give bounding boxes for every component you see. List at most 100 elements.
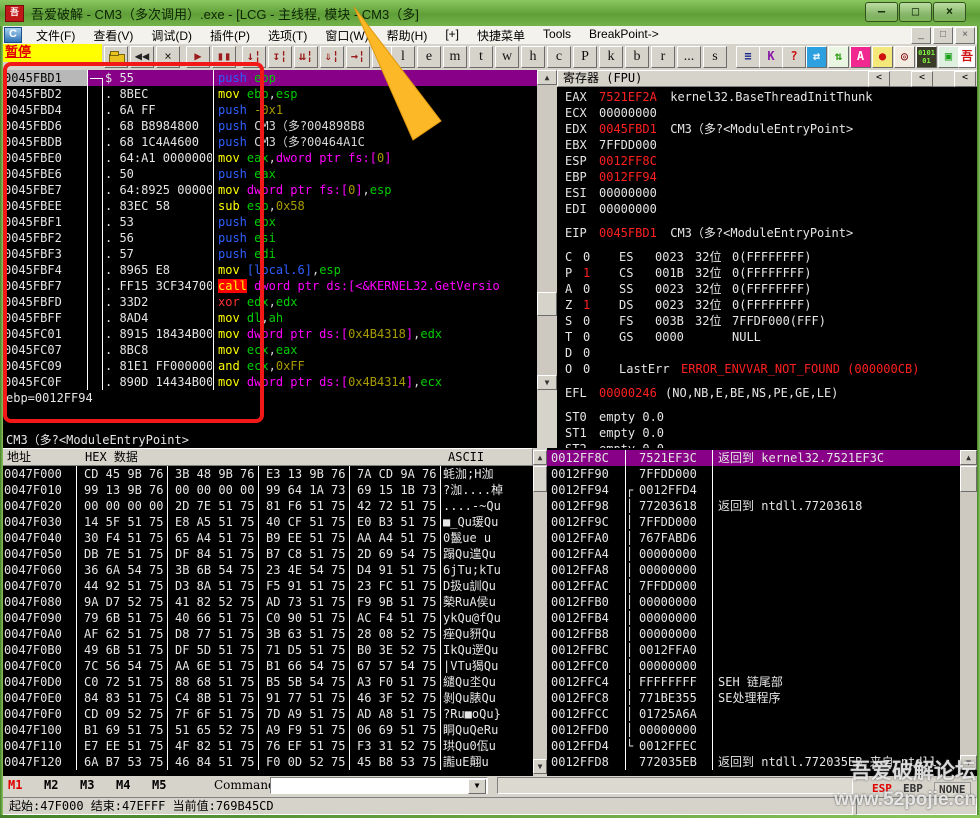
open-file-icon[interactable]: [104, 46, 128, 68]
register-row[interactable]: ESP0012FF8C: [557, 153, 980, 169]
record-dot-icon[interactable]: ●: [872, 46, 893, 68]
register-row[interactable]: EDI00000000: [557, 201, 980, 217]
disasm-row[interactable]: 0045FC07. 8BC8mov ecx,eax: [0, 342, 537, 358]
letter-button-w[interactable]: w: [495, 46, 519, 68]
memory-tab-m4[interactable]: M4: [116, 778, 130, 792]
memory-tab-m5[interactable]: M5: [152, 778, 166, 792]
letter-a-icon[interactable]: A: [850, 46, 871, 68]
disasm-row[interactable]: 0045FC09. 81E1 FF000000and ecx,0xFF: [0, 358, 537, 374]
dump-row[interactable]: 0047F09079 6B 51 7540 66 51 75C0 90 51 7…: [0, 610, 533, 626]
stack-row[interactable]: 0012FFC8│771BE355SE处理程序: [547, 690, 980, 706]
flag-row[interactable]: P1CS001B32位0(FFFFFFFF): [557, 265, 980, 281]
registers-back-button-3[interactable]: <: [954, 71, 976, 87]
register-row[interactable]: EBX7FFDD000: [557, 137, 980, 153]
dump-row[interactable]: 0047F0F0CD 09 52 757F 6F 51 757D A9 51 7…: [0, 706, 533, 722]
restart-icon[interactable]: ◀◀: [130, 46, 154, 68]
updown-arrows-icon[interactable]: ⇅: [828, 46, 849, 68]
stack-row[interactable]: 0012FFA8│00000000: [547, 562, 980, 578]
memory-tab-m1[interactable]: M1: [8, 778, 22, 792]
letter-button-e[interactable]: e: [417, 46, 441, 68]
stack-row[interactable]: 0012FFA0│767FABD6: [547, 530, 980, 546]
dump-scrollbar[interactable]: ▲ ▼: [533, 450, 547, 774]
dump-row[interactable]: 0047F050DB 7E 51 75DF 84 51 75B7 C8 51 7…: [0, 546, 533, 562]
dump-row[interactable]: 0047F03014 5F 51 75E8 A5 51 7540 CF 51 7…: [0, 514, 533, 530]
menu-item-9[interactable]: 快捷菜单: [468, 27, 534, 44]
disasm-row[interactable]: 0045FBFD. 33D2xor edx,edx: [0, 294, 537, 310]
register-row[interactable]: ECX00000000: [557, 105, 980, 121]
letter-button-t[interactable]: t: [469, 46, 493, 68]
disasm-row[interactable]: 0045FBE7. 64:8925 00000000mov dword ptr …: [0, 182, 537, 198]
animate-over-icon[interactable]: ⇓¦: [320, 46, 344, 68]
scroll-down-icon[interactable]: ▼: [533, 759, 547, 774]
binary-icon[interactable]: 010101: [916, 46, 937, 68]
dropdown-arrow-icon[interactable]: ▼: [468, 779, 486, 794]
disasm-row[interactable]: 0045FBFF. 8AD4mov dl,ah: [0, 310, 537, 326]
menu-item-1[interactable]: 文件(F): [27, 27, 84, 44]
pause-icon[interactable]: ▮▮: [212, 46, 236, 68]
mdi-minimize-button[interactable]: _: [911, 27, 931, 44]
dump-row[interactable]: 0047F000CD 45 9B 763B 48 9B 76E3 13 9B 7…: [0, 466, 533, 482]
stack-pane[interactable]: 0012FF8C7521EF3C返回到 kernel32.7521EF3C001…: [547, 448, 980, 776]
stack-row[interactable]: 0012FF907FFDD000: [547, 466, 980, 482]
disasm-row[interactable]: 0045FBF7. FF15 3CF34700call dword ptr ds…: [0, 278, 537, 294]
dump-row[interactable]: 0047F01099 13 9B 7600 00 00 0099 64 1A 7…: [0, 482, 533, 498]
step-into-icon[interactable]: ↓¦: [242, 46, 266, 68]
register-row[interactable]: EDX0045FBD1 CM3（多?<ModuleEntryPoint>: [557, 121, 980, 137]
register-row[interactable]: EAX7521EF2A kernel32.BaseThreadInitThunk: [557, 89, 980, 105]
letter-button-h[interactable]: h: [521, 46, 545, 68]
mdi-close-button[interactable]: ×: [955, 27, 975, 44]
run-icon[interactable]: ▶: [186, 46, 210, 68]
dump-row[interactable]: 0047F0C07C 56 54 75AA 6E 51 75B1 66 54 7…: [0, 658, 533, 674]
flag-row[interactable]: S0FS003B32位7FFDF000(FFF): [557, 313, 980, 329]
fpu-st-row[interactable]: ST0empty 0.0: [557, 409, 980, 425]
scroll-up-icon[interactable]: ▲: [960, 450, 977, 465]
disasm-row[interactable]: 0045FC01. 8915 18434B00mov dword ptr ds:…: [0, 326, 537, 342]
disasm-row[interactable]: 0045FBD1$ 55push ebp: [0, 70, 537, 86]
flag-row[interactable]: D0: [557, 345, 980, 361]
close-button[interactable]: ×: [933, 2, 966, 22]
disasm-row[interactable]: 0045FBE6. 50push eax: [0, 166, 537, 182]
dump-row[interactable]: 0047F07044 92 51 75D3 8A 51 75F5 91 51 7…: [0, 578, 533, 594]
stack-row[interactable]: 0012FFAC│7FFDD000: [547, 578, 980, 594]
command-input[interactable]: ▼: [270, 777, 488, 794]
close-icon[interactable]: ×: [156, 46, 180, 68]
scroll-thumb[interactable]: [960, 466, 977, 492]
disasm-row[interactable]: 0045FBF2. 56push esi: [0, 230, 537, 246]
register-row[interactable]: EIP0045FBD1 CM3（多?<ModuleEntryPoint>: [557, 225, 980, 241]
stack-row[interactable]: 0012FFD4└0012FFEC: [547, 738, 980, 754]
mdi-restore-button[interactable]: □: [933, 27, 953, 44]
stack-row[interactable]: 0012FFC0│00000000: [547, 658, 980, 674]
register-row[interactable]: EBP0012FF94: [557, 169, 980, 185]
stack-row[interactable]: 0012FFB8│00000000: [547, 626, 980, 642]
letter-button-m[interactable]: m: [443, 46, 467, 68]
menu-item-6[interactable]: 窗口(W): [316, 27, 377, 44]
stack-row[interactable]: 0012FFB4│00000000: [547, 610, 980, 626]
stack-row[interactable]: 0012FFA4│00000000: [547, 546, 980, 562]
help-icon[interactable]: ?: [782, 46, 806, 68]
letter-button-r[interactable]: r: [651, 46, 675, 68]
scroll-up-icon[interactable]: ▲: [533, 450, 547, 465]
menu-item-10[interactable]: Tools: [534, 27, 580, 44]
dump-row[interactable]: 0047F04030 F4 51 7565 A4 51 75B9 EE 51 7…: [0, 530, 533, 546]
registers-back-button-1[interactable]: <: [868, 71, 890, 87]
scroll-up-icon[interactable]: ▲: [537, 70, 557, 85]
dump-row[interactable]: 0047F0D0C0 72 51 7588 68 51 75B5 5B 54 7…: [0, 674, 533, 690]
dump-row[interactable]: 0047F0809A D7 52 7541 82 52 75AD 73 51 7…: [0, 594, 533, 610]
fpu-st-row[interactable]: ST2empty 0.0: [557, 441, 980, 448]
green-window-icon[interactable]: ▣: [938, 46, 959, 68]
cpu-window-icon[interactable]: C: [4, 27, 22, 43]
swap-threads-icon[interactable]: ⇄: [806, 46, 827, 68]
menu-item-11[interactable]: BreakPoint->: [580, 27, 668, 44]
disasm-row[interactable]: 0045FBE0. 64:A1 00000000mov eax,dword pt…: [0, 150, 537, 166]
disasm-row[interactable]: 0045FBD2. 8BECmov ebp,esp: [0, 86, 537, 102]
letter-button-k[interactable]: k: [599, 46, 623, 68]
scroll-thumb[interactable]: [537, 292, 557, 316]
stack-row[interactable]: 0012FFC4│FFFFFFFFSEH 链尾部: [547, 674, 980, 690]
menu-item-5[interactable]: 选项(T): [259, 27, 316, 44]
scroll-thumb[interactable]: [533, 466, 547, 492]
menu-item-7[interactable]: 帮助(H): [378, 27, 437, 44]
dump-row[interactable]: 0047F06036 6A 54 753B 6B 54 7523 4E 54 7…: [0, 562, 533, 578]
dump-pane[interactable]: 0047F000CD 45 9B 763B 48 9B 76E3 13 9B 7…: [0, 466, 533, 776]
dump-row[interactable]: 0047F0E084 83 51 75C4 8B 51 7591 77 51 7…: [0, 690, 533, 706]
memory-tab-m2[interactable]: M2: [44, 778, 58, 792]
